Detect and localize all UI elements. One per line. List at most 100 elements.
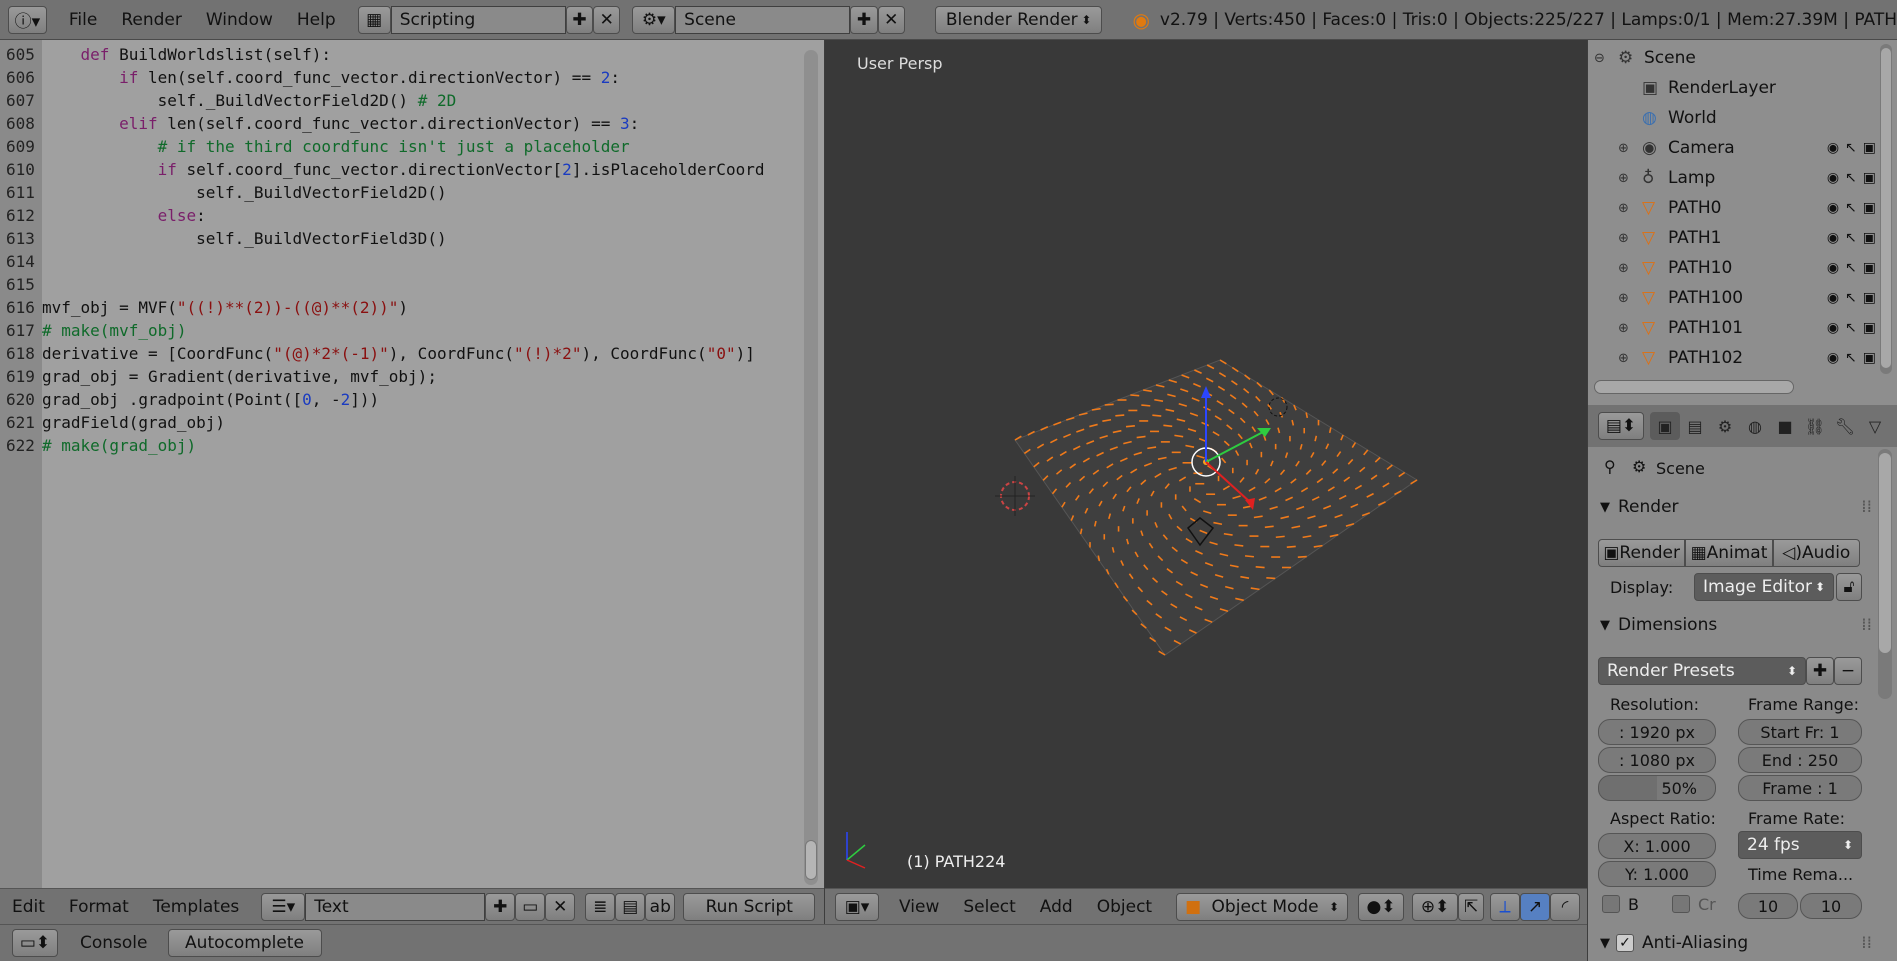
anti-aliasing-panel-header[interactable]: ▼ ✓ Anti-Aliasing ⁞⁞ (1590, 927, 1878, 959)
code-line[interactable]: 615 (0, 273, 42, 296)
resolution-x-field[interactable]: : 1920 px (1598, 719, 1716, 745)
viewport-menu-object[interactable]: Object (1085, 897, 1164, 917)
menu-render[interactable]: Render (109, 10, 194, 30)
time-remap-new-field[interactable]: 10 (1800, 893, 1862, 919)
eye-icon[interactable]: ◉ (1827, 350, 1839, 366)
start-frame-field[interactable]: Start Fr: 1 (1738, 719, 1862, 745)
frame-rate-dropdown[interactable]: 24 fps ⬍ (1738, 831, 1862, 859)
render-still-button[interactable]: ▣ Render (1598, 539, 1686, 567)
viewport-menu-view[interactable]: View (887, 897, 951, 917)
code-line[interactable]: 622 # make(grad_obj) (0, 434, 196, 457)
aspect-y-field[interactable]: Y: 1.000 (1598, 861, 1716, 887)
aspect-x-field[interactable]: X: 1.000 (1598, 833, 1716, 859)
syntax-highlight-toggle[interactable]: ab (645, 892, 676, 921)
outliner-scrollbar-thumb[interactable] (1881, 48, 1891, 368)
add-preset-button[interactable]: ✚ (1806, 657, 1834, 685)
code-line[interactable]: 613 self._BuildVectorField3D() (0, 227, 447, 250)
outliner-row[interactable]: ⊕ ▽ PATH0 ◉ ↖ ▣ (1588, 193, 1878, 223)
console-menu[interactable]: Console (68, 933, 160, 953)
editor-menu-templates[interactable]: Templates (141, 897, 251, 917)
scene-tab-icon[interactable]: ⚙ (1710, 412, 1740, 440)
translate-manipulator-button[interactable]: ⟂ (1490, 892, 1521, 921)
pin-icon[interactable]: ⚲ (1604, 457, 1616, 476)
console-editor-type[interactable]: ▭⬍ (12, 929, 58, 957)
shading-dropdown[interactable]: ●⬍ (1358, 892, 1405, 921)
screen-layout-field[interactable]: Scripting (390, 5, 566, 34)
eye-icon[interactable]: ◉ (1827, 290, 1839, 306)
line-numbers-toggle[interactable]: ≣ (585, 892, 616, 921)
render-audio-button[interactable]: ◁) Audio (1772, 539, 1860, 567)
rotate-manipulator-button[interactable]: ◜ (1550, 892, 1581, 921)
code-line[interactable]: 618 derivative = [CoordFunc("(@)*2*(-1)")… (0, 342, 755, 365)
code-line[interactable]: 621 gradField(grad_obj) (0, 411, 225, 434)
text-editor[interactable]: 605 def BuildWorldslist(self): 606 if len… (0, 40, 824, 888)
add-scene-button[interactable]: ✚ (850, 5, 878, 34)
move-manipulator-button[interactable]: ↗ (1520, 892, 1551, 921)
info-editor-button[interactable]: ⓘ▾ (8, 5, 47, 34)
display-dropdown[interactable]: Image Editor ⬍ (1694, 573, 1834, 601)
pivot-dropdown[interactable]: ⊕⬍ (1412, 892, 1459, 921)
outliner-row[interactable]: ⊕ ▽ PATH10 ◉ ↖ ▣ (1588, 253, 1878, 283)
code-line[interactable]: 608 elif len(self.coord_func_vector.dire… (0, 112, 639, 135)
properties-editor-type[interactable]: ▤⬍ (1598, 412, 1644, 440)
outliner-row[interactable]: ⊖ ⚙ Scene (1588, 43, 1878, 73)
crop-checkbox[interactable] (1672, 895, 1690, 913)
code-line[interactable]: 616 mvf_obj = MVF("((!)**(2))-((@)**(2))"… (0, 296, 408, 319)
resolution-percentage-slider[interactable]: 50% (1598, 775, 1716, 801)
outliner-row[interactable]: ▣ RenderLayer (1588, 73, 1878, 103)
code-line[interactable]: 612 else: (0, 204, 206, 227)
outliner-hscrollbar[interactable] (1594, 380, 1794, 394)
code-line[interactable]: 607 self._BuildVectorField2D() # 2D (0, 89, 456, 112)
manipulator-toggle[interactable]: ⇱ (1458, 892, 1485, 921)
unlink-text-button[interactable]: ✕ (545, 892, 576, 921)
properties-scrollbar-thumb[interactable] (1879, 453, 1891, 653)
code-line[interactable]: 614 (0, 250, 42, 273)
render-icon[interactable]: ▣ (1863, 140, 1876, 156)
editor-scrollbar-thumb[interactable] (805, 840, 817, 880)
render-icon[interactable]: ▣ (1863, 170, 1876, 186)
viewport-menu-add[interactable]: Add (1028, 897, 1085, 917)
expand-icon[interactable]: ⊕ (1618, 261, 1636, 276)
render-icon[interactable]: ▣ (1863, 230, 1876, 246)
editor-scrollbar[interactable] (804, 50, 818, 885)
render-animation-button[interactable]: ▦ Animat (1685, 539, 1773, 567)
world-tab-icon[interactable]: ◍ (1740, 412, 1770, 440)
constraints-tab-icon[interactable]: ⛓ (1800, 412, 1830, 440)
expand-icon[interactable]: ⊕ (1618, 291, 1636, 306)
time-remap-old-field[interactable]: 10 (1738, 893, 1798, 919)
layout-icon-button[interactable]: ▦ (357, 5, 391, 34)
eye-icon[interactable]: ◉ (1827, 200, 1839, 216)
editor-type-button[interactable]: ☰▾ (261, 892, 306, 921)
outliner-scrollbar[interactable] (1880, 44, 1892, 374)
editor-menu-edit[interactable]: Edit (0, 897, 57, 917)
border-checkbox[interactable] (1602, 895, 1620, 913)
run-script-button[interactable]: Run Script (683, 892, 816, 921)
properties-editor[interactable]: ▤⬍ ▣ ▤ ⚙ ◍ ■ ⛓ 🔧︎ ▽ ⚲ ⚙ Scene ▼ Render ⁞⁞ ▣ Render… (1588, 405, 1897, 961)
render-panel-header[interactable]: ▼ Render ⁞⁞ (1590, 491, 1878, 523)
expand-icon[interactable]: ⊕ (1618, 201, 1636, 216)
expand-icon[interactable]: ⊕ (1618, 171, 1636, 186)
code-line[interactable]: 606 if len(self.coord_func_vector.direct… (0, 66, 620, 89)
cursor-icon[interactable]: ↖ (1845, 260, 1857, 276)
mode-dropdown[interactable]: ■ Object Mode ⬍ (1176, 892, 1349, 921)
eye-icon[interactable]: ◉ (1827, 140, 1839, 156)
open-text-button[interactable]: ▭ (515, 892, 546, 921)
outliner[interactable]: ⊖ ⚙ Scene ▣ RenderLayer ◍ World ⊕ ◉ Camera ◉ ↖ ▣ ⊕ ♁ La… (1588, 40, 1897, 405)
menu-file[interactable]: File (57, 10, 109, 30)
resolution-y-field[interactable]: : 1080 px (1598, 747, 1716, 773)
code-line[interactable]: 619 grad_obj = Gradient(derivative, mvf_o… (0, 365, 437, 388)
code-area[interactable]: 605 def BuildWorldslist(self): 606 if len… (0, 43, 800, 483)
object-tab-icon[interactable]: ■ (1770, 412, 1800, 440)
menu-window[interactable]: Window (194, 10, 285, 30)
add-layout-button[interactable]: ✚ (565, 5, 594, 34)
outliner-row[interactable]: ⊕ ▽ PATH1 ◉ ↖ ▣ (1588, 223, 1878, 253)
remove-preset-button[interactable]: − (1834, 657, 1862, 685)
remove-scene-button[interactable]: ✕ (877, 5, 905, 34)
code-line[interactable]: 605 def BuildWorldslist(self): (0, 43, 331, 66)
render-icon[interactable]: ▣ (1863, 350, 1876, 366)
modifiers-tab-icon[interactable]: 🔧︎ (1830, 412, 1860, 440)
code-line[interactable]: 617 # make(mvf_obj) (0, 319, 187, 342)
code-line[interactable]: 611 self._BuildVectorField2D() (0, 181, 447, 204)
cursor-icon[interactable]: ↖ (1845, 140, 1857, 156)
render-icon[interactable]: ▣ (1863, 200, 1876, 216)
